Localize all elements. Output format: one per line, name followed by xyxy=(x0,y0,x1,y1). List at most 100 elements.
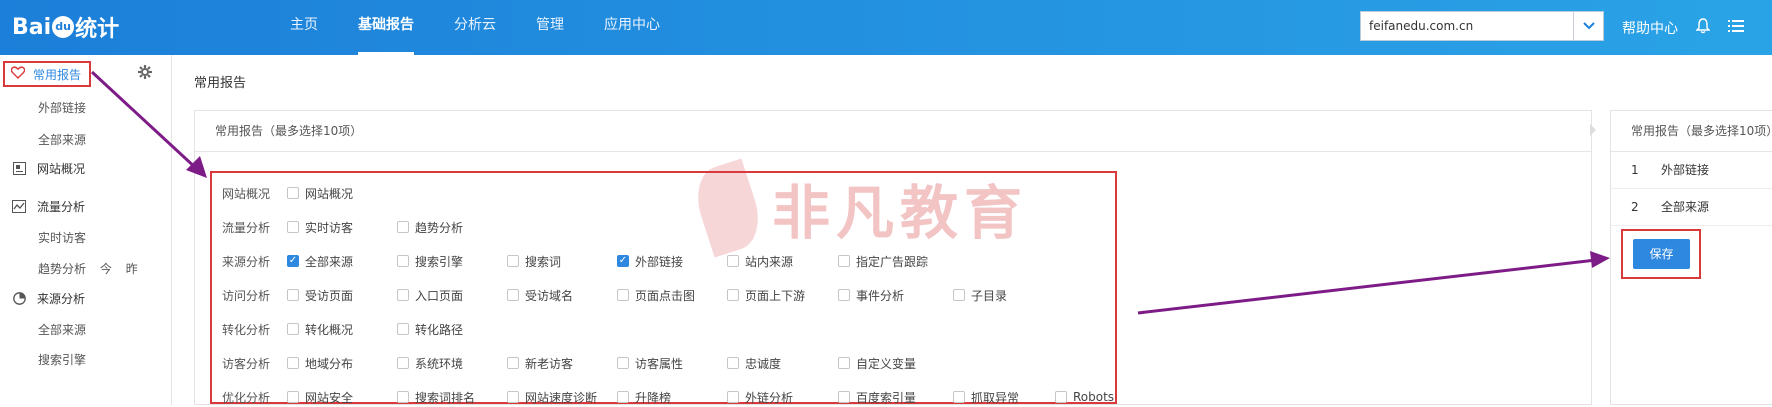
report-option[interactable]: 系统环境 xyxy=(397,353,463,373)
report-option[interactable]: 指定广告跟踪 xyxy=(838,251,928,271)
checkbox[interactable] xyxy=(838,255,850,267)
sidebar-item-traffic[interactable]: 流量分析 xyxy=(0,198,172,215)
checkbox[interactable] xyxy=(507,255,519,267)
sidebar-item-label: 流量分析 xyxy=(37,200,86,214)
checkbox[interactable] xyxy=(617,289,629,301)
checkbox[interactable] xyxy=(397,323,409,335)
gear-icon[interactable] xyxy=(138,65,152,83)
checkbox[interactable] xyxy=(287,357,299,369)
checkbox[interactable] xyxy=(507,391,519,403)
trend-yesterday-link[interactable]: 昨 xyxy=(126,262,138,276)
checkbox[interactable] xyxy=(287,323,299,335)
checkbox[interactable] xyxy=(397,357,409,369)
report-option[interactable]: 新老访客 xyxy=(507,353,573,373)
checkbox-checked[interactable]: ✓ xyxy=(287,255,299,267)
nav-item[interactable]: 基础报告 xyxy=(338,0,434,55)
list-icon[interactable] xyxy=(1728,19,1744,37)
checkbox[interactable] xyxy=(287,187,299,199)
report-option[interactable]: 入口页面 xyxy=(397,285,463,305)
save-button[interactable]: 保存 xyxy=(1633,239,1690,269)
report-option[interactable]: 趋势分析 xyxy=(397,217,463,237)
baidu-tongji-logo[interactable]: Bai du 统计 xyxy=(12,10,119,44)
report-option[interactable]: 搜索引擎 xyxy=(397,251,463,271)
checkbox[interactable] xyxy=(287,391,299,403)
checkbox[interactable] xyxy=(953,289,965,301)
checkbox[interactable] xyxy=(953,391,965,403)
report-option[interactable]: 页面点击图 xyxy=(617,285,695,305)
report-option[interactable]: ✓ 外部链接 xyxy=(617,251,683,271)
report-option[interactable]: 升降榜 xyxy=(617,387,671,407)
checkbox[interactable] xyxy=(287,221,299,233)
trend-today-link[interactable]: 今 xyxy=(100,262,112,276)
checkbox[interactable] xyxy=(838,391,850,403)
nav-item[interactable]: 管理 xyxy=(516,0,584,55)
report-option[interactable]: 子目录 xyxy=(953,285,1007,305)
checkbox-checked[interactable]: ✓ xyxy=(617,255,629,267)
selected-item[interactable]: 1 外部链接 xyxy=(1611,152,1772,189)
checkbox[interactable] xyxy=(617,391,629,403)
checkbox[interactable] xyxy=(397,221,409,233)
site-select[interactable]: feifanedu.com.cn xyxy=(1360,11,1604,41)
report-option[interactable]: 站内来源 xyxy=(727,251,793,271)
report-option[interactable]: 地域分布 xyxy=(287,353,353,373)
report-option[interactable]: 自定义变量 xyxy=(838,353,916,373)
report-option[interactable]: 实时访客 xyxy=(287,217,353,237)
report-option-label: 忠诚度 xyxy=(745,356,782,371)
report-option[interactable]: 事件分析 xyxy=(838,285,904,305)
report-option[interactable]: 转化概况 xyxy=(287,319,353,339)
report-option[interactable]: 访客属性 xyxy=(617,353,683,373)
report-option[interactable]: 转化路径 xyxy=(397,319,463,339)
report-option[interactable]: 受访页面 xyxy=(287,285,353,305)
report-option[interactable]: Robots xyxy=(1055,387,1114,407)
nav-item[interactable]: 主页 xyxy=(270,0,338,55)
checkbox[interactable] xyxy=(397,255,409,267)
sidebar-sub-realtime[interactable]: 实时访客 xyxy=(38,229,86,246)
report-option[interactable]: 外链分析 xyxy=(727,387,793,407)
report-option[interactable]: 页面上下游 xyxy=(727,285,805,305)
trend-label: 趋势分析 xyxy=(38,262,87,276)
checkbox[interactable] xyxy=(838,357,850,369)
report-option[interactable]: 受访域名 xyxy=(507,285,573,305)
report-option[interactable]: 网站速度诊断 xyxy=(507,387,597,407)
report-option[interactable]: 百度索引量 xyxy=(838,387,916,407)
sidebar-sub-all-sources-2[interactable]: 全部来源 xyxy=(38,321,86,338)
sidebar-item-favorites[interactable]: 常用报告 xyxy=(3,61,91,87)
checkbox[interactable] xyxy=(727,357,739,369)
report-option-label: 转化路径 xyxy=(415,322,464,337)
checkbox[interactable] xyxy=(1055,391,1067,403)
sidebar-item-sources[interactable]: 来源分析 xyxy=(0,290,172,307)
report-option[interactable]: ✓ 全部来源 xyxy=(287,251,353,271)
selected-item[interactable]: 2 全部来源 xyxy=(1611,189,1772,226)
category-label: 来源分析 xyxy=(222,255,271,269)
checkbox[interactable] xyxy=(727,289,739,301)
report-option[interactable]: 抓取异常 xyxy=(953,387,1019,407)
sidebar-item-overview[interactable]: 网站概况 xyxy=(0,160,172,177)
bell-icon[interactable] xyxy=(1695,17,1711,38)
checkbox[interactable] xyxy=(287,289,299,301)
report-option[interactable]: 网站概况 xyxy=(287,183,353,203)
report-option[interactable]: 搜索词 xyxy=(507,251,561,271)
checkbox[interactable] xyxy=(727,391,739,403)
report-option-label: 页面上下游 xyxy=(745,288,806,303)
chevron-down-icon[interactable] xyxy=(1573,12,1603,40)
checkbox[interactable] xyxy=(617,357,629,369)
report-option[interactable]: 忠诚度 xyxy=(727,353,781,373)
help-center-link[interactable]: 帮助中心 xyxy=(1622,18,1678,38)
checkbox[interactable] xyxy=(727,255,739,267)
selected-item-num: 2 xyxy=(1631,200,1639,214)
report-option[interactable]: 搜索词排名 xyxy=(397,387,475,407)
sidebar-sub-all-sources[interactable]: 全部来源 xyxy=(38,131,86,148)
nav-item[interactable]: 分析云 xyxy=(434,0,516,55)
report-option-label: 趋势分析 xyxy=(415,220,464,235)
checkbox[interactable] xyxy=(397,289,409,301)
sidebar-sub-external-links[interactable]: 外部链接 xyxy=(38,99,86,116)
sidebar-sub-trend[interactable]: 趋势分析 今 昨 xyxy=(38,260,138,277)
checkbox[interactable] xyxy=(397,391,409,403)
checkbox[interactable] xyxy=(507,357,519,369)
report-option[interactable]: 网站安全 xyxy=(287,387,353,407)
sidebar-sub-search-engine[interactable]: 搜索引擎 xyxy=(38,351,86,368)
report-option-label: 百度索引量 xyxy=(856,390,917,405)
checkbox[interactable] xyxy=(838,289,850,301)
nav-item[interactable]: 应用中心 xyxy=(584,0,680,55)
checkbox[interactable] xyxy=(507,289,519,301)
